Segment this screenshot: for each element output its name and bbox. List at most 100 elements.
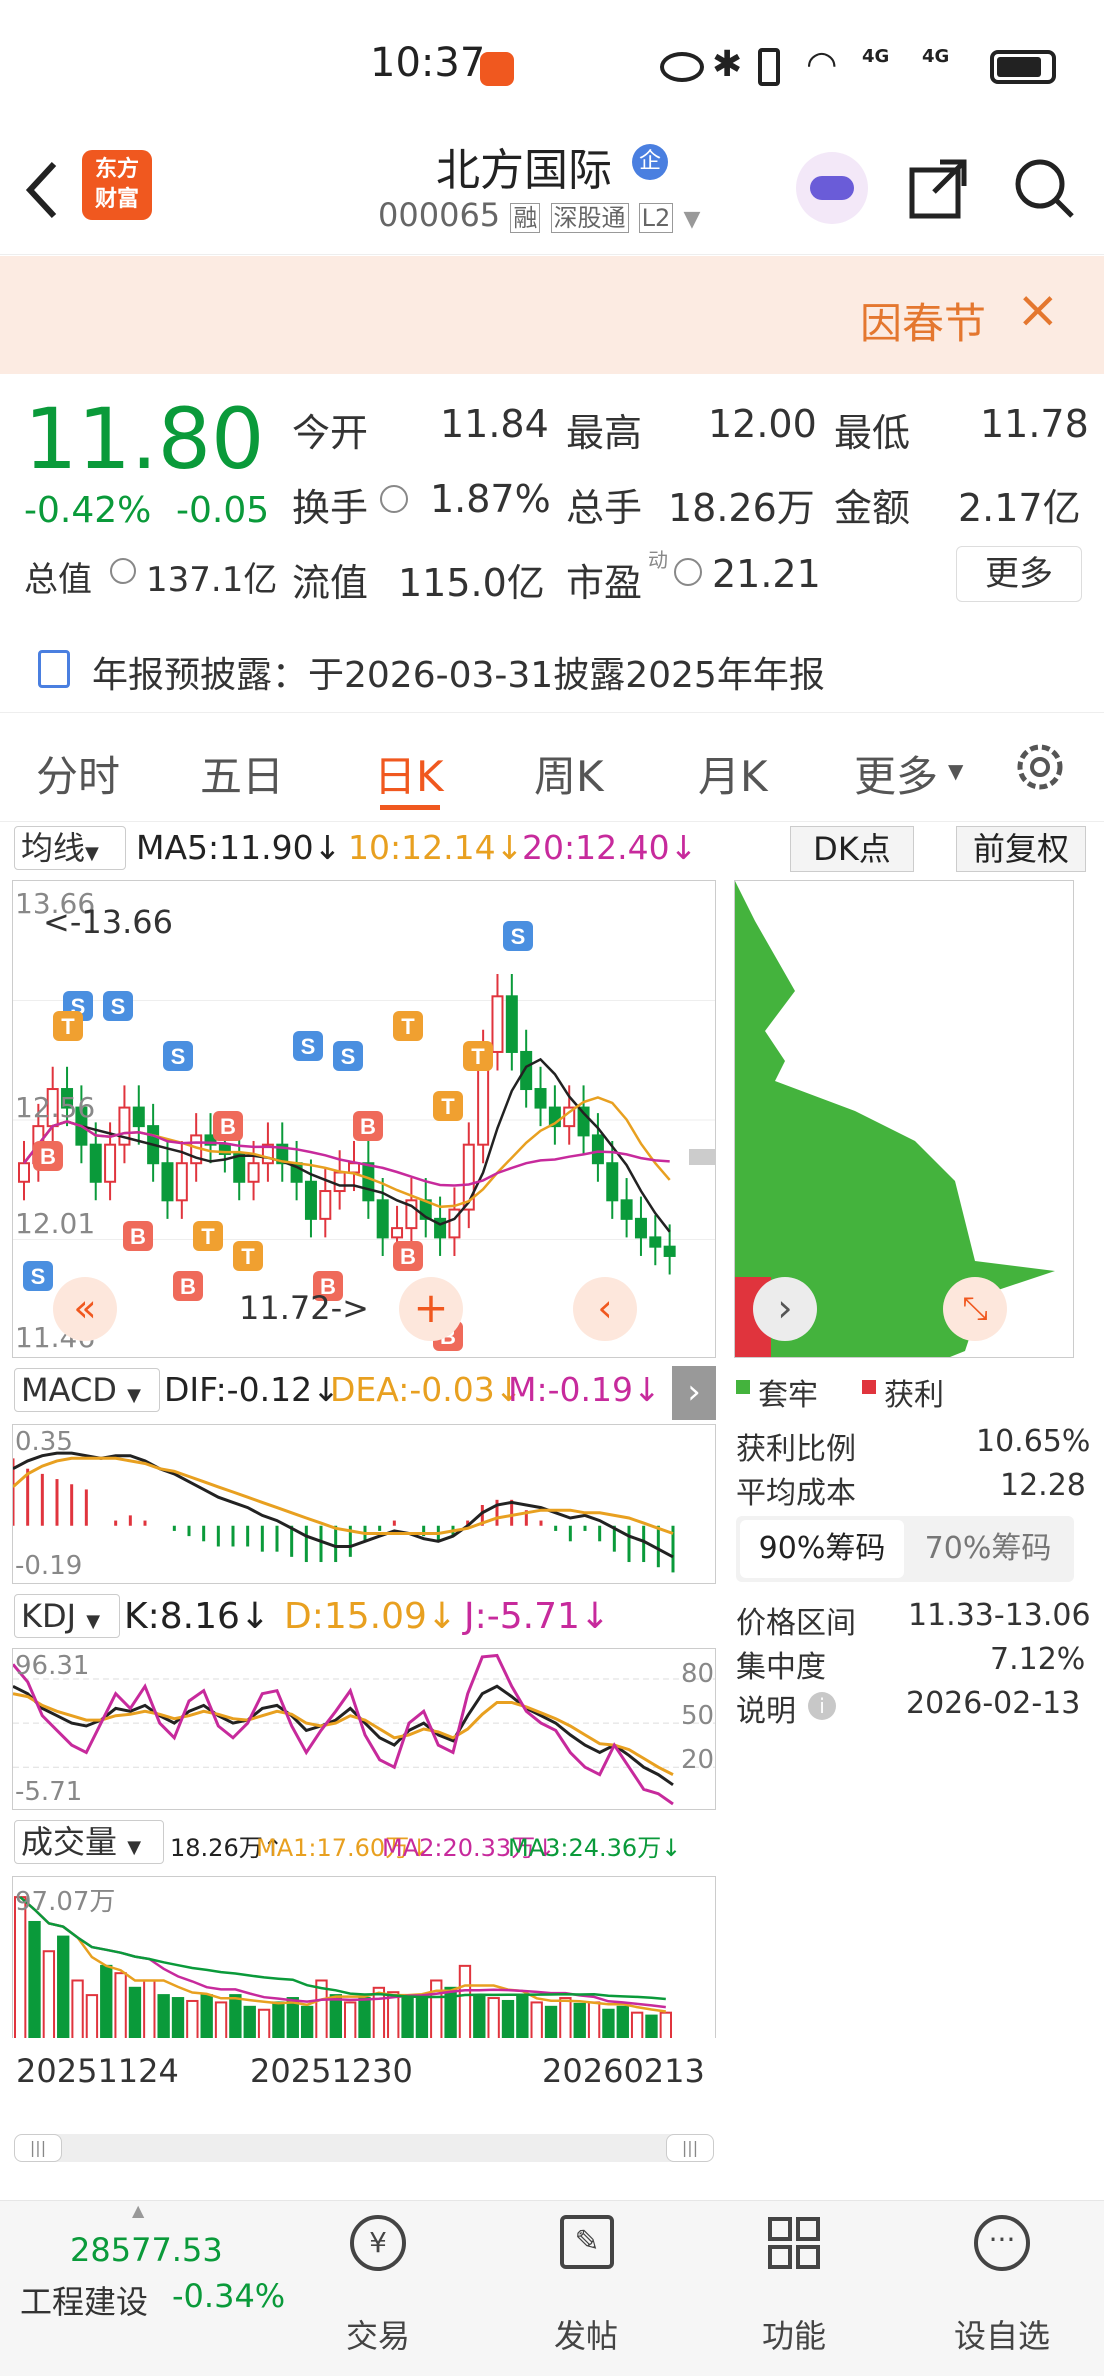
app-logo[interactable]: 东方 财富 — [82, 150, 152, 220]
assistant-avatar[interactable] — [796, 152, 868, 224]
tab-90-chip[interactable]: 90%筹码 — [740, 1520, 904, 1578]
search-icon[interactable] — [1012, 156, 1076, 224]
more-dropdown-icon: ▼ — [948, 759, 964, 783]
mcap-info-icon[interactable] — [110, 558, 136, 584]
kdj-selector[interactable]: KDJ ▼ — [14, 1594, 120, 1638]
nav-trade[interactable]: ¥ 交易 — [308, 2201, 448, 2377]
kdj-j: J:-5.71↓ — [464, 1596, 611, 1637]
kline-cursor-label: 11.72-> — [239, 1289, 369, 1327]
signal-label: S — [511, 924, 526, 949]
grid-icon — [766, 2215, 822, 2271]
macd-selector[interactable]: MACD ▼ — [14, 1368, 160, 1412]
volume-bar — [200, 1994, 213, 2038]
open-label: 今开 — [292, 411, 369, 455]
ma-selector[interactable]: 均线▼ — [14, 826, 126, 870]
volume-bar — [57, 1935, 70, 2038]
volume-label: 总手 — [566, 486, 643, 530]
crosshair-icon[interactable]: + — [399, 1277, 463, 1341]
stock-code: 000065 — [378, 196, 501, 234]
macd-bottom-label: -0.19 — [15, 1551, 83, 1581]
tag-margin: 融 — [510, 203, 541, 233]
tab-70-chip[interactable]: 70%筹码 — [906, 1520, 1070, 1578]
volume-bar — [28, 1920, 41, 2038]
low-value: 11.78 — [980, 402, 1089, 446]
settings-icon[interactable] — [1010, 737, 1070, 801]
pe-info-icon[interactable] — [674, 558, 702, 586]
adjust-button[interactable]: 前复权 — [956, 826, 1086, 872]
macd-svg — [13, 1451, 675, 1573]
more-button[interactable]: 更多 — [956, 546, 1082, 602]
concentration-label: 集中度 — [736, 1650, 826, 1685]
volume-bar — [71, 1979, 84, 2038]
wifi-icon: ◠ — [806, 44, 838, 85]
volume-bar — [272, 2001, 285, 2038]
volume-chart[interactable]: 97.07万 — [12, 1876, 716, 2038]
signal-label: T — [61, 1014, 75, 1039]
volume-bar — [14, 1896, 27, 2038]
volume-bar — [214, 2001, 228, 2038]
volume-bar — [300, 2005, 314, 2038]
eye-icon — [660, 52, 704, 82]
tab-intraday[interactable]: 分时 — [36, 743, 120, 804]
report-notice[interactable]: 年报预披露：于2026-03-31披露2025年年报 — [0, 628, 1104, 712]
tab-monthly-k[interactable]: 月K — [698, 743, 768, 804]
turnover-info-icon[interactable] — [380, 485, 408, 513]
volume-bar — [616, 2005, 629, 2038]
signal-label: B — [130, 1224, 146, 1249]
candle-body — [663, 1245, 676, 1257]
battery-icon — [990, 50, 1056, 84]
bluetooth-icon: ✱ — [712, 44, 743, 85]
tab-five-day[interactable]: 五日 — [200, 743, 284, 804]
macd-m: M:-0.19↓ — [508, 1370, 661, 1409]
index-change: -0.34% — [172, 2277, 286, 2315]
volume-selector[interactable]: 成交量 ▼ — [14, 1820, 164, 1864]
dk-button[interactable]: DK点 — [790, 826, 914, 872]
price-range-label: 价格区间 — [736, 1606, 856, 1641]
volume-bar — [401, 1994, 414, 2038]
turnover-label: 换手 — [292, 486, 369, 530]
kdj-svg — [13, 1653, 715, 1806]
signal-label: S — [171, 1044, 186, 1069]
tab-daily-k[interactable]: 日K — [374, 743, 444, 804]
volume-bar — [157, 1994, 170, 2038]
candle-body — [620, 1199, 633, 1220]
avg-cost-label: 平均成本 — [736, 1476, 856, 1511]
volume-bar — [458, 1964, 472, 2038]
index-ticker[interactable]: ▲ 28577.53 工程建设 -0.34% — [20, 2201, 290, 2377]
nav-watchlist[interactable]: ··· 设自选 — [932, 2201, 1072, 2377]
nav-post[interactable]: ✎ 发帖 — [516, 2201, 656, 2377]
candle-body — [391, 1227, 404, 1239]
tab-weekly-k[interactable]: 周K — [534, 743, 604, 804]
prev-icon[interactable]: ‹ — [573, 1277, 637, 1341]
kdj-chart[interactable]: 96.31 -5.71 80 50 20 — [12, 1648, 716, 1810]
scroll-handle-right[interactable]: ||| — [666, 2134, 714, 2162]
kline-chart[interactable]: SSSSSSTTTTTTBBBBBBBBS 13.66 <-13.66 12.5… — [12, 880, 716, 1358]
indicator-next-icon[interactable]: › — [672, 1366, 716, 1420]
signal-label: B — [180, 1274, 196, 1299]
nav-functions[interactable]: 功能 — [724, 2201, 864, 2377]
stock-name: 北方国际 — [436, 145, 612, 196]
stock-code-row[interactable]: 000065 融 深股通 L2 ▼ — [378, 196, 700, 234]
back-icon[interactable] — [22, 160, 62, 220]
macd-chart[interactable]: 0.35 -0.19 — [12, 1424, 716, 1584]
tab-more[interactable]: 更多 — [854, 743, 938, 804]
kdj-level-50: 50 — [681, 1701, 715, 1731]
chip-fullscreen-icon[interactable]: ⤡ — [943, 1277, 1007, 1341]
share-icon[interactable] — [906, 156, 970, 224]
volume-bar — [501, 1999, 515, 2038]
volume-bar — [171, 1997, 185, 2038]
volume-bar — [229, 1994, 242, 2038]
note-info-icon[interactable]: i — [808, 1692, 836, 1720]
volume-bar — [387, 1991, 400, 2038]
chip-expand-right-icon[interactable]: › — [753, 1277, 817, 1341]
trapped-label: 套牢 — [758, 1378, 818, 1413]
low-label: 最低 — [834, 411, 911, 455]
notice-banner[interactable]: 因春节 × — [0, 256, 1104, 374]
chip-distribution[interactable]: › ⤡ — [734, 880, 1074, 1358]
signal-label: S — [31, 1264, 46, 1289]
scroll-handle-left[interactable]: ||| — [14, 2134, 62, 2162]
scroll-left-icon[interactable]: « — [53, 1277, 117, 1341]
notice-close-icon[interactable]: × — [1016, 280, 1060, 340]
pe-label: 市盈 — [566, 561, 643, 605]
range-scrollbar[interactable]: ||| ||| — [14, 2134, 714, 2162]
